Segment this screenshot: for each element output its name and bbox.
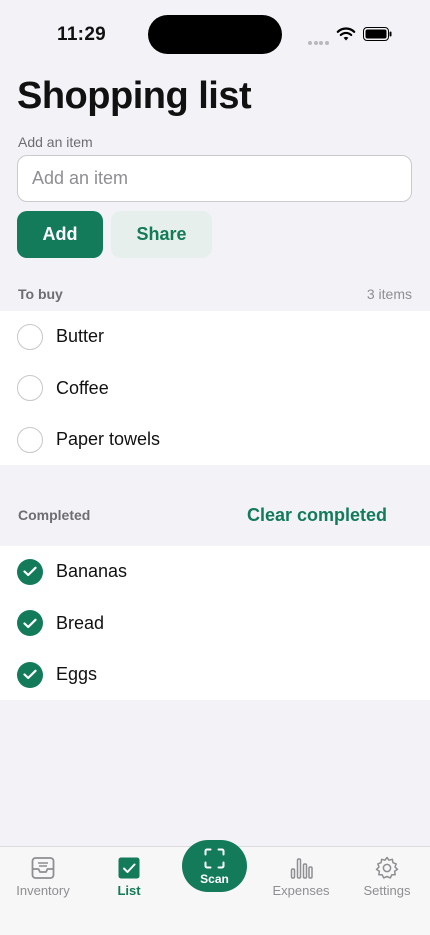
- battery-icon: [363, 27, 392, 41]
- scan-icon: [204, 848, 225, 869]
- list-item-label: Bread: [56, 612, 105, 633]
- status-time: 11:29: [57, 24, 107, 45]
- tab-settings[interactable]: Settings: [344, 847, 430, 907]
- tab-label: Expenses: [272, 883, 330, 898]
- to-buy-title: To buy: [18, 286, 63, 302]
- tab-bar: Inventory List Scan Expenses Settings: [0, 840, 430, 935]
- list-item-label: Bananas: [56, 561, 128, 582]
- checkmark-icon[interactable]: [17, 558, 43, 585]
- cellular-dots-icon: [308, 32, 330, 45]
- checkmark-icon[interactable]: [17, 661, 43, 688]
- unchecked-circle-icon[interactable]: [17, 323, 43, 350]
- list-item-label: Coffee: [56, 377, 109, 398]
- clear-completed-button[interactable]: Clear completed: [247, 505, 387, 526]
- add-item-label: Add an item: [18, 134, 93, 150]
- tab-expenses[interactable]: Expenses: [258, 847, 344, 907]
- tab-inventory[interactable]: Inventory: [0, 847, 86, 907]
- to-buy-list: Butter Coffee Paper towels: [0, 311, 430, 465]
- list-item[interactable]: Eggs: [0, 649, 430, 701]
- gear-icon: [375, 856, 399, 879]
- share-button[interactable]: Share: [111, 211, 212, 258]
- scan-button[interactable]: Scan: [182, 840, 247, 892]
- screen: 11:29 Shopping list Add an item Add Shar…: [0, 0, 430, 935]
- unchecked-circle-icon[interactable]: [17, 375, 43, 402]
- wifi-icon: [336, 27, 356, 41]
- bar-chart-icon: [290, 858, 313, 879]
- list-item[interactable]: Paper towels: [0, 414, 430, 466]
- list-item-label: Eggs: [56, 664, 98, 685]
- list-item-label: Paper towels: [56, 429, 161, 450]
- checkmark-icon[interactable]: [17, 610, 43, 637]
- tab-label: Settings: [363, 883, 411, 898]
- to-buy-count: 3 items: [366, 286, 412, 302]
- tab-label: List: [117, 883, 141, 898]
- page-title: Shopping list: [17, 75, 252, 117]
- completed-title: Completed: [18, 507, 91, 523]
- tray-icon: [31, 857, 55, 879]
- list-item-label: Butter: [56, 326, 105, 347]
- checkbox-icon: [118, 857, 140, 879]
- dynamic-island: [148, 15, 282, 54]
- completed-list: Bananas Bread Eggs: [0, 546, 430, 700]
- scan-label: Scan: [200, 872, 229, 886]
- add-button[interactable]: Add: [17, 211, 103, 258]
- tab-list[interactable]: List: [86, 847, 172, 907]
- unchecked-circle-icon[interactable]: [17, 426, 43, 453]
- list-item[interactable]: Bread: [0, 598, 430, 650]
- add-item-input[interactable]: [17, 155, 412, 202]
- to-buy-header: To buy 3 items: [18, 286, 412, 302]
- tab-label: Inventory: [16, 883, 70, 898]
- list-item[interactable]: Butter: [0, 311, 430, 363]
- list-item[interactable]: Coffee: [0, 363, 430, 415]
- list-item[interactable]: Bananas: [0, 546, 430, 598]
- status-bar: 11:29: [0, 0, 430, 60]
